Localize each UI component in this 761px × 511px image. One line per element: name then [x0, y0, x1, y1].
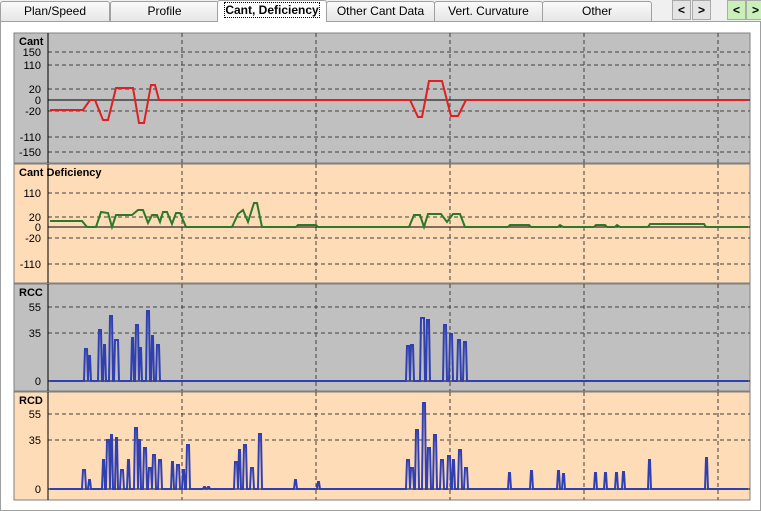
tick-label: 55: [29, 409, 41, 421]
tick-label: 0: [35, 484, 41, 496]
panel-background: [13, 283, 751, 392]
panel-title: RCD: [19, 395, 43, 407]
tick-label: -150: [19, 147, 41, 159]
tick-label: -110: [20, 259, 41, 271]
tab-cant-deficiency[interactable]: Cant, Deficiency: [217, 0, 327, 22]
tick-label: 0: [35, 376, 41, 388]
tick-label: -20: [25, 233, 41, 245]
tab-label: Cant, Deficiency: [224, 2, 320, 18]
tick-label: 35: [29, 328, 41, 340]
tick-label: 35: [29, 435, 41, 447]
charts-svg: 150110200-20-110-150Cant110200-20-110Can…: [13, 32, 751, 501]
panel-title: Cant: [19, 36, 44, 48]
panel-title: RCC: [19, 287, 43, 299]
tick-label: -110: [20, 132, 41, 144]
tick-label: -20: [25, 106, 41, 118]
tick-label: 110: [23, 188, 41, 200]
panel-title: Cant Deficiency: [19, 167, 102, 179]
tick-label: 55: [29, 302, 41, 314]
tick-label: 110: [23, 60, 41, 72]
tick-label: 150: [23, 47, 41, 59]
panel-background: [13, 163, 751, 284]
